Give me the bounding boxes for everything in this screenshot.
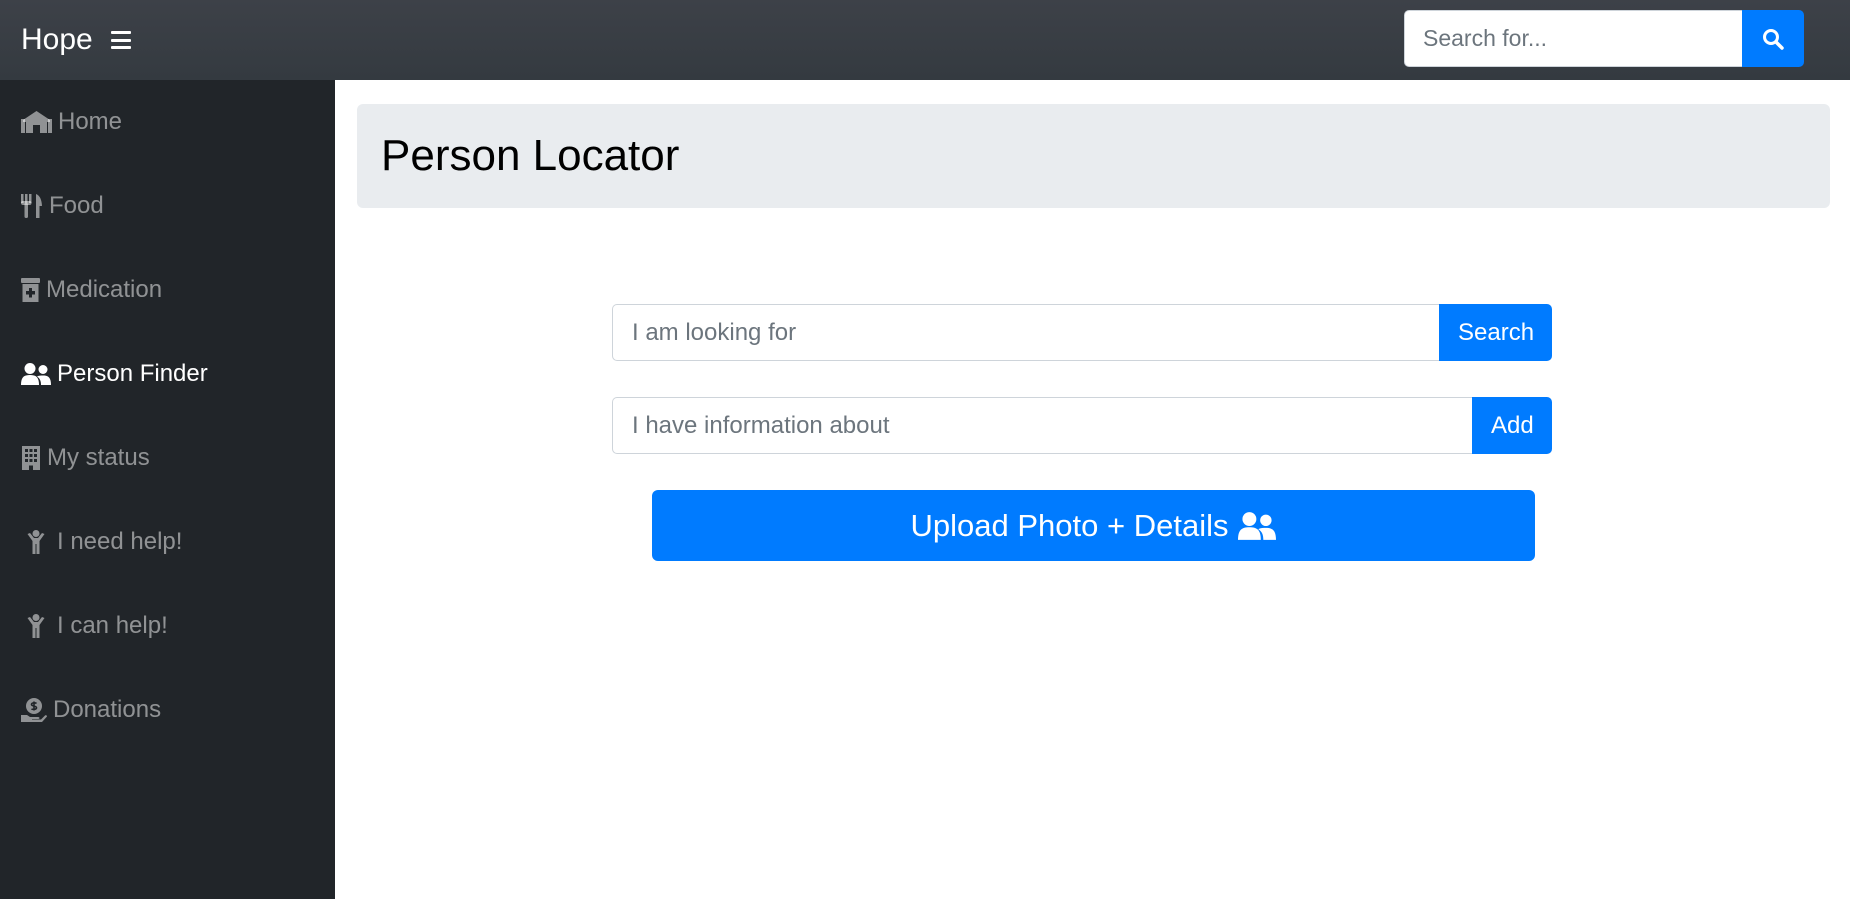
sidebar-item-label: Donations [53,696,162,723]
sidebar-item-medication[interactable]: Medication [0,260,335,320]
brand-title[interactable]: Hope [21,23,93,57]
sidebar: Home Food Medication Person Finder My st… [0,80,335,899]
looking-for-group: Search [612,304,1552,361]
user-friends-icon [1238,511,1277,540]
home-icon [21,110,52,134]
search-icon [1763,28,1784,50]
sidebar-item-label: Medication [46,276,163,303]
building-icon [21,446,41,470]
info-about-group: Add [612,397,1552,454]
top-search-group [1404,10,1804,67]
sidebar-item-person-finder[interactable]: Person Finder [0,344,335,404]
sidebar-item-label: Food [49,192,104,219]
top-search-input[interactable] [1404,10,1742,67]
hand-holding-usd-icon [21,698,47,722]
sidebar-item-home[interactable]: Home [0,92,335,152]
search-button[interactable]: Search [1439,304,1552,361]
page-header: Person Locator [357,104,1830,208]
hamburger-icon[interactable] [110,31,131,49]
sidebar-item-label: Person Finder [57,360,208,387]
sidebar-item-label: Home [58,108,123,135]
user-friends-icon [21,363,51,385]
sidebar-item-label: My status [47,444,150,471]
sidebar-item-food[interactable]: Food [0,176,335,236]
prescription-bottle-icon [21,278,40,302]
sidebar-item-my-status[interactable]: My status [0,428,335,488]
info-about-input[interactable] [612,397,1472,454]
add-button[interactable]: Add [1472,397,1552,454]
child-icon [27,614,45,638]
upload-button-label: Upload Photo + Details [910,507,1229,543]
sidebar-item-label: I need help! [57,528,183,555]
top-navbar: Hope [0,0,1850,80]
sidebar-item-donations[interactable]: Donations [0,680,335,740]
looking-for-input[interactable] [612,304,1439,361]
utensils-icon [21,194,43,218]
sidebar-item-i-need-help[interactable]: I need help! [0,512,335,572]
page-title: Person Locator [381,131,680,180]
sidebar-item-i-can-help[interactable]: I can help! [0,596,335,656]
sidebar-item-label: I can help! [57,612,168,639]
top-search-button[interactable] [1742,10,1804,67]
upload-photo-button[interactable]: Upload Photo + Details [652,490,1535,561]
child-icon [27,530,45,554]
